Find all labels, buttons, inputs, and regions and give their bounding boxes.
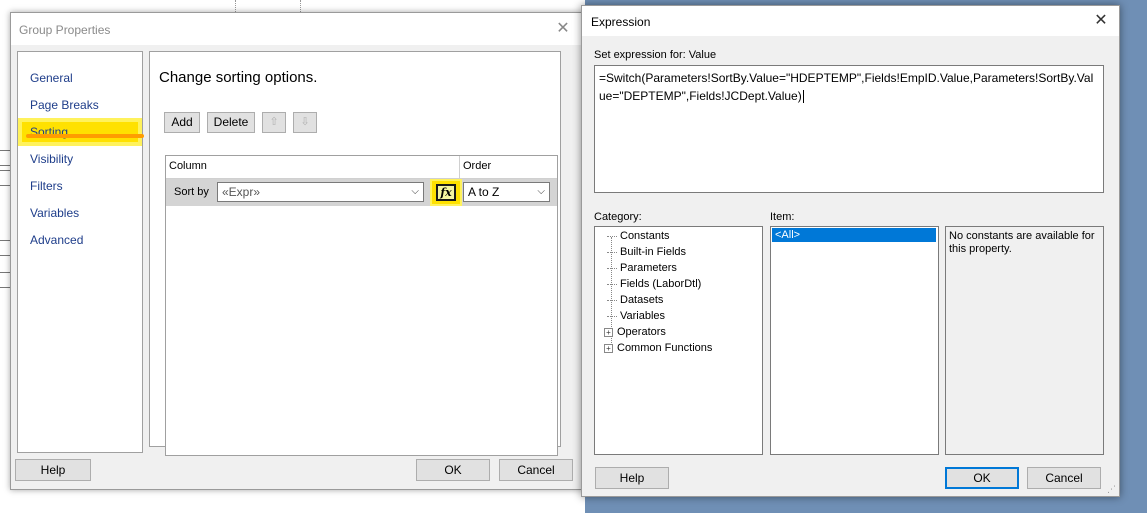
expression-dialog: Expression ✕ Set expression for: Value =… xyxy=(581,5,1120,497)
expression-editor[interactable]: =Switch(Parameters!SortBy.Value="HDEPTEM… xyxy=(594,65,1104,193)
nav-item-visibility[interactable]: Visibility xyxy=(22,149,138,169)
tree-item-built-in-fields[interactable]: Built-in Fields xyxy=(607,244,686,260)
expand-plus-icon[interactable]: + xyxy=(604,343,613,353)
help-button[interactable]: Help xyxy=(15,459,91,481)
nav-item-general[interactable]: General xyxy=(22,68,138,88)
sort-grid: Column Order Sort by «Expr» ⌵ fx A to Z … xyxy=(165,155,558,456)
cancel-button[interactable]: Cancel xyxy=(499,459,573,481)
sort-by-label: Sort by xyxy=(174,186,209,198)
design-grid-line xyxy=(235,0,236,12)
tree-item-fields[interactable]: Fields (LaborDtl) xyxy=(607,276,701,292)
tree-item-constants[interactable]: Constants xyxy=(607,228,670,244)
fx-icon: fx xyxy=(440,186,452,199)
nav-item-advanced[interactable]: Advanced xyxy=(22,230,138,250)
dialog-title: Group Properties xyxy=(19,23,111,37)
tree-item-parameters[interactable]: Parameters xyxy=(607,260,677,276)
nav-item-variables[interactable]: Variables xyxy=(22,203,138,223)
tree-item-label: Fields (LaborDtl) xyxy=(620,278,702,290)
category-tree[interactable]: Constants Built-in Fields Parameters Fie… xyxy=(594,226,763,455)
nav-item-page-breaks[interactable]: Page Breaks xyxy=(22,95,138,115)
group-properties-dialog: Group Properties ✕ General Page Breaks S… xyxy=(10,12,582,490)
page-title: Change sorting options. xyxy=(159,69,318,86)
list-item[interactable]: <All> xyxy=(772,228,936,242)
description-panel: No constants are available for this prop… xyxy=(945,226,1104,455)
nav-item-label: Advanced xyxy=(30,233,84,247)
arrow-up-icon: ⇧ xyxy=(269,116,279,128)
tree-item-label: Constants xyxy=(620,230,670,242)
combobox-value: «Expr» xyxy=(222,185,261,199)
table-row[interactable]: Sort by «Expr» ⌵ fx A to Z ⌵ xyxy=(166,179,557,206)
ok-button[interactable]: OK xyxy=(945,467,1019,489)
move-down-button[interactable]: ⇩ xyxy=(293,112,317,133)
design-grid-line xyxy=(300,0,301,12)
chevron-down-icon[interactable]: ⌵ xyxy=(411,183,419,201)
expression-text: =Switch(Parameters!SortBy.Value="HDEPTEM… xyxy=(599,71,1094,103)
nav-item-label: Variables xyxy=(30,206,80,220)
title-bar: Group Properties ✕ xyxy=(11,13,581,45)
nav-item-label: General xyxy=(30,71,73,85)
title-bar: Expression ✕ xyxy=(582,6,1119,36)
tree-connector xyxy=(607,235,617,237)
navigation-panel: General Page Breaks Sorting Visibility F… xyxy=(17,51,144,453)
nav-item-label: Page Breaks xyxy=(30,98,99,112)
resize-grip-icon[interactable]: ⋰ xyxy=(1107,484,1117,494)
add-button[interactable]: Add xyxy=(164,112,200,133)
tree-item-datasets[interactable]: Datasets xyxy=(607,292,663,308)
tree-item-variables[interactable]: Variables xyxy=(607,308,665,324)
tree-connector xyxy=(607,283,617,285)
item-label: Item: xyxy=(770,211,795,223)
close-icon[interactable]: ✕ xyxy=(555,21,571,37)
text-caret xyxy=(802,90,804,104)
delete-button[interactable]: Delete xyxy=(207,112,255,133)
item-list[interactable]: <All> xyxy=(770,226,939,455)
arrow-down-icon: ⇩ xyxy=(300,116,310,128)
ok-button[interactable]: OK xyxy=(416,459,490,481)
tree-item-label: Common Functions xyxy=(617,342,713,354)
cancel-button[interactable]: Cancel xyxy=(1027,467,1101,489)
combobox-value: A to Z xyxy=(468,185,500,199)
tree-connector xyxy=(607,299,617,301)
tree-item-label: Built-in Fields xyxy=(620,246,687,258)
tree-item-common-functions[interactable]: + Common Functions xyxy=(604,340,712,356)
move-up-button[interactable]: ⇧ xyxy=(262,112,286,133)
sort-column-combobox[interactable]: «Expr» ⌵ xyxy=(217,182,424,202)
tree-item-label: Datasets xyxy=(620,294,664,306)
grid-header: Column Order xyxy=(166,156,557,179)
tree-connector xyxy=(607,267,617,269)
expression-fx-button[interactable]: fx xyxy=(436,184,456,201)
sort-order-combobox[interactable]: A to Z ⌵ xyxy=(463,182,550,202)
tree-item-operators[interactable]: + Operators xyxy=(604,324,666,340)
tree-item-label: Parameters xyxy=(620,262,677,274)
close-icon[interactable]: ✕ xyxy=(1093,13,1109,29)
header-divider xyxy=(459,156,460,178)
set-expression-label: Set expression for: Value xyxy=(594,49,717,61)
tree-connector xyxy=(607,315,617,317)
order-header: Order xyxy=(463,160,492,172)
description-text: No constants are available for this prop… xyxy=(949,230,1095,255)
nav-item-label: Filters xyxy=(30,179,63,193)
highlight-mark xyxy=(26,134,144,138)
category-label: Category: xyxy=(594,211,642,223)
expand-plus-icon[interactable]: + xyxy=(604,327,613,337)
chevron-down-icon[interactable]: ⌵ xyxy=(537,183,545,201)
nav-item-filters[interactable]: Filters xyxy=(22,176,138,196)
column-header: Column xyxy=(169,160,207,172)
help-button[interactable]: Help xyxy=(595,467,669,489)
tree-connector xyxy=(607,251,617,253)
sorting-options-panel: Change sorting options. Add Delete ⇧ ⇩ C… xyxy=(149,51,561,456)
nav-item-sorting[interactable]: Sorting xyxy=(22,122,138,142)
nav-item-label: Visibility xyxy=(30,152,74,166)
tree-item-label: Operators xyxy=(617,326,666,338)
dialog-title: Expression xyxy=(591,15,651,29)
tree-item-label: Variables xyxy=(620,310,666,322)
